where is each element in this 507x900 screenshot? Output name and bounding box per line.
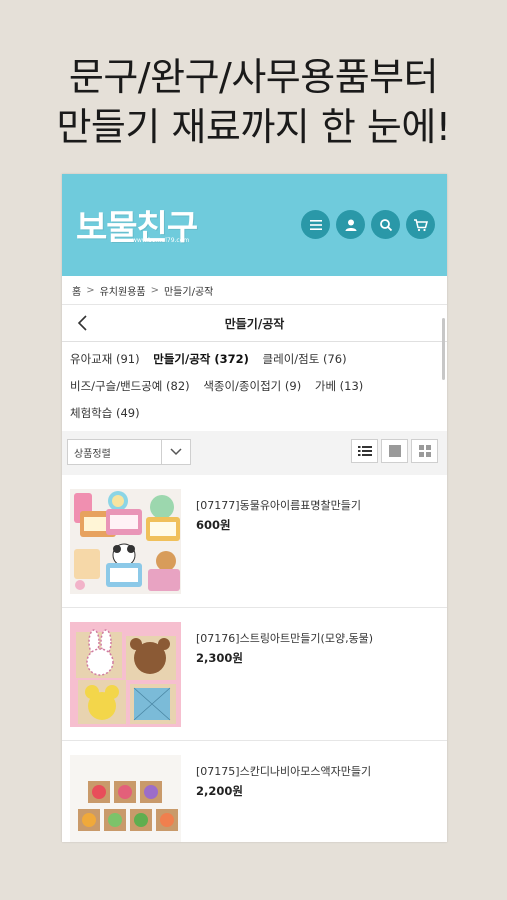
logo-url: www.bomul79.com	[132, 237, 190, 244]
breadcrumb-home[interactable]: 홈	[72, 283, 81, 298]
breadcrumb-current[interactable]: 만들기/공작	[164, 283, 213, 298]
grid-view-button[interactable]	[411, 439, 438, 463]
product-name[interactable]: [07175]스칸디나비아모스액자만들기	[196, 763, 371, 779]
breadcrumb-kindergarten[interactable]: 유치원용품	[100, 283, 146, 298]
category-item[interactable]: 유아교재 (91)	[70, 346, 140, 373]
promo-headline: 문구/완구/사무용품부터 만들기 재료까지 한 눈에!	[0, 52, 507, 152]
chevron-right-icon: >	[150, 284, 159, 296]
user-icon	[345, 219, 356, 231]
scrollbar[interactable]	[442, 318, 445, 380]
product-name[interactable]: [07176]스트링아트만들기(모양,동물)	[196, 630, 373, 646]
category-item[interactable]: 색종이/종이접기 (9)	[203, 373, 301, 400]
search-button[interactable]	[371, 210, 400, 239]
single-view-button[interactable]	[381, 439, 408, 463]
product-image[interactable]	[70, 489, 181, 594]
sort-bar: 상품정렬	[62, 431, 447, 475]
product-image[interactable]	[70, 755, 181, 842]
back-arrow-icon[interactable]	[74, 314, 92, 332]
product-item[interactable]: [07176]스트링아트만들기(모양,동물) 2,300원	[62, 608, 447, 741]
cart-icon	[414, 218, 428, 231]
product-item[interactable]: [07177]동물유아이름표명찰만들기 600원	[62, 475, 447, 608]
product-item[interactable]: [07175]스칸디나비아모스액자만들기 2,200원	[62, 741, 447, 842]
header-icons	[301, 210, 435, 239]
sort-dropdown[interactable]: 상품정렬	[67, 439, 191, 465]
phone-screen: 보물친구 www.bomul79.com 홈 > 유치원용품 > 만들기/공작 …	[62, 174, 447, 842]
breadcrumb: 홈 > 유치원용품 > 만들기/공작	[62, 276, 447, 305]
sort-label: 상품정렬	[74, 448, 111, 460]
product-price: 2,300원	[196, 651, 243, 665]
list-view-icon	[357, 446, 372, 456]
category-item[interactable]: 가베 (13)	[315, 373, 363, 400]
headline-line-2: 만들기 재료까지 한 눈에!	[56, 105, 451, 149]
chevron-right-icon: >	[86, 284, 95, 296]
product-list: [07177]동물유아이름표명찰만들기 600원 [07176]스트링아트만들기…	[62, 475, 447, 842]
page-title: 만들기/공작	[224, 316, 285, 331]
chevron-down-icon	[161, 440, 190, 464]
category-list: 유아교재 (91) 만들기/공작 (372) 클레이/점토 (76) 비즈/구슬…	[62, 342, 447, 427]
product-price: 600원	[196, 518, 231, 532]
category-item[interactable]: 클레이/점토 (76)	[263, 346, 347, 373]
category-item-active[interactable]: 만들기/공작 (372)	[153, 346, 249, 373]
list-view-button[interactable]	[351, 439, 378, 463]
cart-button[interactable]	[406, 210, 435, 239]
menu-icon	[309, 219, 322, 230]
product-price: 2,200원	[196, 784, 243, 798]
category-item[interactable]: 비즈/구슬/밴드공예 (82)	[70, 373, 190, 400]
search-icon	[379, 218, 392, 231]
category-item[interactable]: 체험학습 (49)	[70, 400, 140, 427]
product-name[interactable]: [07177]동물유아이름표명찰만들기	[196, 497, 361, 513]
product-image[interactable]	[70, 622, 181, 727]
single-view-icon	[388, 445, 401, 457]
headline-line-1: 문구/완구/사무용품부터	[68, 55, 439, 99]
grid-view-icon	[418, 445, 431, 457]
title-bar: 만들기/공작	[62, 305, 447, 342]
menu-button[interactable]	[301, 210, 330, 239]
app-header: 보물친구 www.bomul79.com	[62, 174, 447, 276]
user-button[interactable]	[336, 210, 365, 239]
view-mode-toggle	[351, 439, 438, 463]
